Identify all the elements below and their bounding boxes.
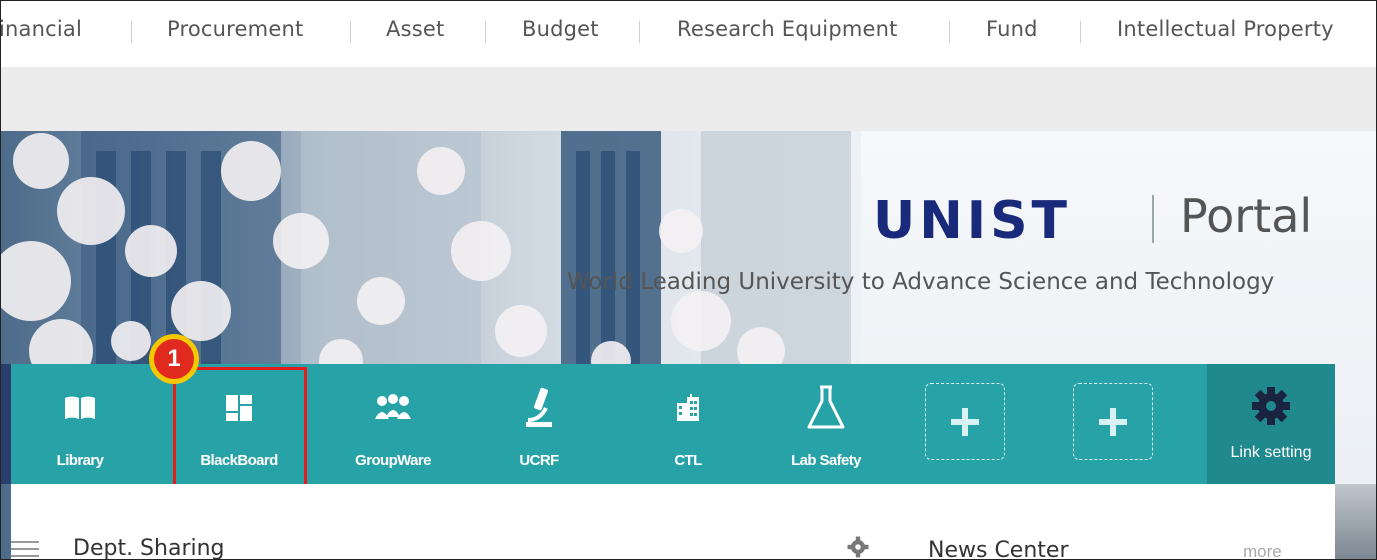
link-lab-safety[interactable]: Lab Safety [771,364,881,484]
nav-separator [350,21,351,43]
plus-icon [1099,407,1127,436]
nav-research-equipment[interactable]: Research Equipment [677,17,898,41]
highlight-box [173,367,307,491]
unist-logo: UNIST [873,191,1072,251]
link-ctl[interactable]: CTL [633,364,743,484]
news-center-title[interactable]: News Center [928,538,1069,559]
more-link[interactable]: more [1243,542,1282,559]
link-ctl-label: CTL [674,452,702,469]
link-library-label: Library [56,452,104,469]
nav-separator [1080,21,1081,43]
link-groupware[interactable]: GroupWare [338,364,448,484]
nav-financial[interactable]: inancial [1,17,82,41]
link-setting-label: Link setting [1230,444,1312,461]
logo-separator [1152,195,1154,243]
top-navigation: inancial Procurement Asset Budget Resear… [1,1,1376,67]
nav-budget[interactable]: Budget [522,17,599,41]
nav-asset[interactable]: Asset [386,17,444,41]
settings-icon[interactable] [847,536,869,558]
nav-separator [639,21,640,43]
step-badge: 1 [149,334,199,384]
step-number: 1 [154,339,194,379]
link-ucrf-label: UCRF [519,452,559,469]
tagline: World Leading University to Advance Scie… [567,269,1275,295]
flask-icon [771,385,881,429]
link-setting-button[interactable]: Link setting [1207,364,1335,484]
nav-fund[interactable]: Fund [986,17,1038,41]
side-image-strip [1335,484,1376,559]
book-icon [25,388,135,428]
nav-intellectual-property[interactable]: Intellectual Property [1117,17,1334,41]
content-area: Dept. Sharing News Center more [11,484,1335,559]
nav-separator [949,21,950,43]
group-icon [338,388,448,428]
building-icon [633,388,743,428]
plus-icon [951,407,979,436]
add-link-button[interactable] [925,383,1005,460]
nav-separator [485,21,486,43]
portal-window: inancial Procurement Asset Budget Resear… [0,0,1377,560]
link-bar-left-edge [1,364,11,484]
menu-icon [11,541,39,559]
link-library[interactable]: Library [25,364,135,484]
gear-icon [1252,387,1290,425]
link-ucrf[interactable]: UCRF [484,364,594,484]
link-lab-safety-label: Lab Safety [791,452,861,469]
nav-procurement[interactable]: Procurement [167,17,303,41]
grey-bar [1,67,1376,131]
link-groupware-label: GroupWare [355,452,431,469]
portal-title: Portal [1180,189,1313,243]
nav-separator [131,21,132,43]
dept-sharing-title[interactable]: Dept. Sharing [73,536,225,559]
microscope-icon [484,387,594,428]
add-link-button[interactable] [1073,383,1153,460]
